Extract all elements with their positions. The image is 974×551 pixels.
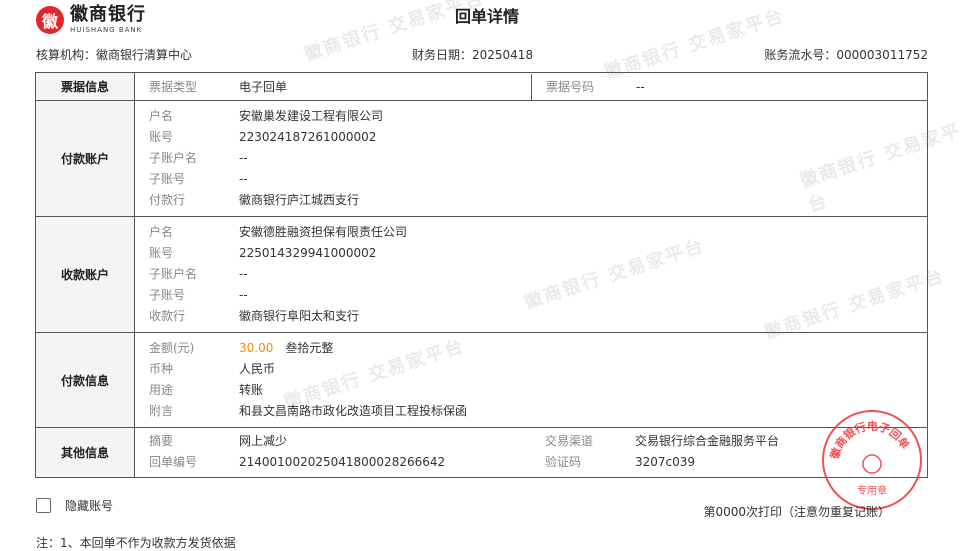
payee-bank: 徽商银行阜阳太和支行 — [239, 308, 360, 323]
payee-name: 安徽德胜融资担保有限责任公司 — [239, 224, 408, 239]
memo-value: 和县文昌南路市政化改造项目工程投标保函 — [239, 403, 468, 418]
field-label: 子账号 — [149, 287, 186, 302]
field-label: 子账户名 — [149, 150, 198, 165]
bill-no-label: 票据号码 — [546, 79, 595, 94]
page-title: 回单详情 — [454, 7, 519, 26]
section-payee-title: 收款账户 — [35, 216, 135, 333]
bill-type-label: 票据类型 — [149, 79, 198, 94]
finance-date: 财务日期：20250418 — [412, 48, 534, 62]
purpose-label: 用途 — [149, 382, 174, 397]
channel-label: 交易渠道 — [545, 434, 594, 448]
code-label: 验证码 — [545, 455, 582, 469]
payer-sub-account: -- — [239, 171, 248, 186]
channel-value: 交易银行综合金融服务平台 — [635, 434, 780, 448]
serial-number: 账务流水号：000003011752 — [764, 48, 928, 62]
amount-value: 30.00 — [239, 340, 274, 355]
currency-label: 币种 — [149, 361, 174, 376]
section-payment-title: 付款信息 — [35, 332, 135, 428]
seal-graphic: 徽商银行电子回单 专用章 — [827, 419, 913, 497]
accounting-org: 核算机构：徽商银行清算中心 — [36, 48, 193, 62]
bill-no-value: -- — [636, 79, 645, 94]
summary-value: 网上减少 — [239, 434, 288, 448]
memo-label: 附言 — [149, 403, 174, 418]
payer-name: 安徽巢发建设工程有限公司 — [239, 108, 384, 123]
field-label: 收款行 — [149, 308, 186, 323]
seal-sub: 专用章 — [857, 484, 887, 497]
payee-account: 225014329941000002 — [239, 245, 377, 260]
field-label: 账号 — [149, 129, 174, 144]
payer-sub-name: -- — [239, 150, 248, 165]
bill-type-value: 电子回单 — [239, 79, 288, 94]
receipt-no-value: 21400100202504180002826664​2 — [239, 455, 446, 469]
currency-value: 人民币 — [239, 361, 276, 376]
field-label: 付款行 — [149, 192, 186, 207]
payee-sub-name: -- — [239, 266, 248, 281]
section-bill-title: 票据信息 — [35, 72, 135, 101]
purpose-value: 转账 — [239, 382, 264, 397]
bank-name-en: HUISHANG BANK — [70, 26, 143, 34]
field-label: 子账号 — [149, 171, 186, 186]
bank-seal-stamp: 徽商银行电子回单 专用章 — [822, 410, 922, 510]
print-count-note: 第0000次打印（注意勿重复记账） — [703, 505, 890, 519]
section-other-title: 其他信息 — [35, 427, 135, 478]
receipt-table: 票据信息 票据类型 电子回单 票据号码 -- 付款账户 户名 安徽巢发建设工程有限… — [35, 72, 928, 478]
payer-bank: 徽商银行庐江城西支行 — [239, 192, 360, 207]
payee-sub-account: -- — [239, 287, 248, 302]
payer-account: 223024187261000002 — [239, 129, 377, 144]
summary-label: 摘要 — [149, 434, 174, 448]
field-label: 户名 — [149, 224, 174, 239]
field-label: 子账户名 — [149, 266, 198, 281]
field-label: 账号 — [149, 245, 174, 260]
amount-label: 金额(元) — [149, 340, 195, 355]
hide-account-label: 隐藏账号 — [65, 499, 114, 513]
receipt-no-label: 回单编号 — [149, 455, 198, 469]
section-payer-title: 付款账户 — [35, 100, 135, 217]
amount-words: 叁拾元整 — [285, 340, 334, 355]
hide-account-checkbox[interactable] — [36, 498, 51, 513]
code-value: 3207c039 — [635, 455, 696, 469]
field-label: 户名 — [149, 108, 174, 123]
